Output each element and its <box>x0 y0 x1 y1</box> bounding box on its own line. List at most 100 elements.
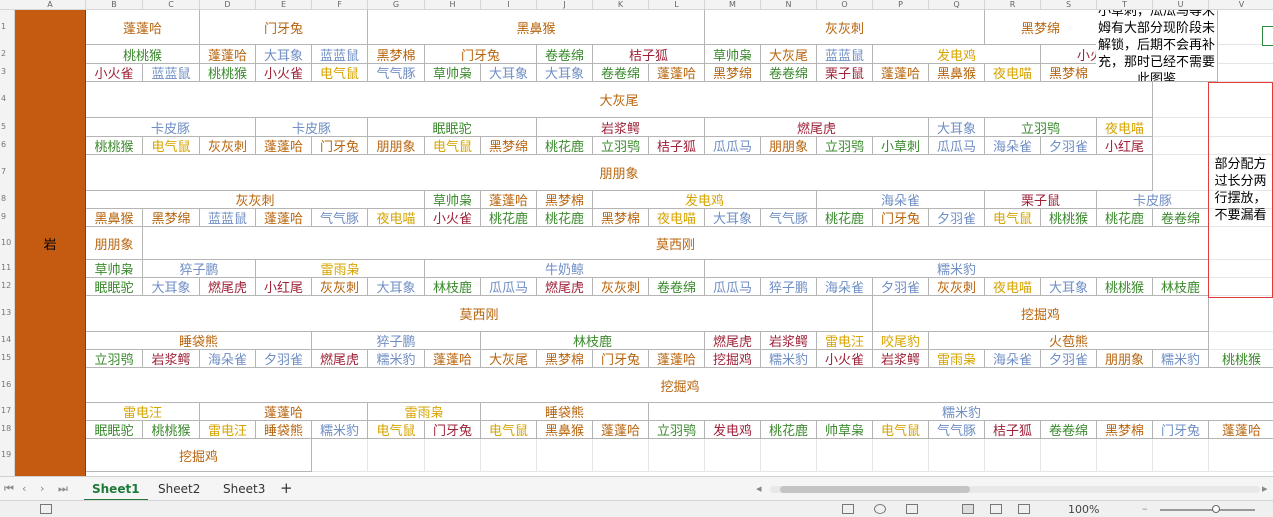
row-header-1[interactable]: 1 <box>0 22 15 31</box>
grid-cell[interactable]: 莫西刚 <box>143 227 1209 260</box>
grid-cell[interactable]: 黑梦棉 <box>368 45 425 64</box>
empty-cell[interactable] <box>1153 118 1209 137</box>
row-header-12[interactable]: 12 <box>0 281 15 290</box>
grid-cell[interactable]: 大灰尾 <box>761 45 817 64</box>
empty-cell[interactable] <box>1209 332 1273 350</box>
grid-cell[interactable]: 发电鸡 <box>705 421 761 439</box>
grid-cell[interactable]: 大耳象 <box>256 45 312 64</box>
column-header-j[interactable]: J <box>537 0 593 10</box>
grid-cell[interactable]: 大耳象 <box>929 118 985 137</box>
grid-cell[interactable]: 大耳象 <box>705 209 761 227</box>
column-header-a[interactable]: A <box>15 0 86 10</box>
grid-cell[interactable]: 蓬蓬哈 <box>200 403 368 421</box>
row-header-17[interactable]: 17 <box>0 406 15 415</box>
grid-cell[interactable]: 林枝鹿 <box>1153 278 1209 296</box>
scroll-left-icon[interactable]: ◂ <box>756 482 762 495</box>
grid-cell[interactable]: 雷雨枭 <box>368 403 481 421</box>
grid-cell[interactable]: 黑梦绵 <box>143 209 200 227</box>
grid-cell[interactable]: 小火雀 <box>86 64 143 82</box>
grid-cell[interactable]: 气气豚 <box>929 421 985 439</box>
normal-view-icon[interactable] <box>962 504 974 514</box>
grid-cell[interactable]: 卡皮豚 <box>86 118 256 137</box>
grid-cell[interactable]: 气气豚 <box>312 209 368 227</box>
grid-cell[interactable]: 朋朋象 <box>761 137 817 155</box>
empty-cell[interactable] <box>593 439 649 472</box>
grid-cell[interactable]: 夜电喵 <box>985 278 1041 296</box>
grid-cell[interactable]: 蓬蓬哈 <box>1209 421 1273 439</box>
grid-cell[interactable]: 林枝鹿 <box>481 332 705 350</box>
zoom-level[interactable]: 100% <box>1068 503 1099 516</box>
grid-cell[interactable]: 夕羽雀 <box>1041 137 1097 155</box>
grid-cell[interactable]: 咬尾豹 <box>873 332 929 350</box>
grid-cell[interactable]: 眠眠驼 <box>368 118 537 137</box>
grid-cell[interactable]: 大耳象 <box>143 278 200 296</box>
zoom-out-icon[interactable]: – <box>1142 502 1148 515</box>
grid-cell[interactable]: 大耳象 <box>481 64 537 82</box>
tab-sheet1[interactable]: Sheet1 <box>84 480 148 501</box>
grid-cell[interactable]: 门牙兔 <box>312 137 368 155</box>
page-break-icon[interactable] <box>1018 504 1030 514</box>
grid-cell[interactable]: 大耳象 <box>537 64 593 82</box>
grid-cell[interactable]: 雷雨枭 <box>256 260 425 278</box>
page-layout-icon[interactable] <box>990 504 1002 514</box>
column-header-l[interactable]: L <box>649 0 705 10</box>
grid-cell[interactable]: 雷电汪 <box>86 403 200 421</box>
grid-cell[interactable]: 立羽鸮 <box>593 137 649 155</box>
grid-cell[interactable]: 卷卷绵 <box>761 64 817 82</box>
grid-cell[interactable]: 夕羽雀 <box>1041 350 1097 368</box>
column-header-n[interactable]: N <box>761 0 817 10</box>
grid-cell[interactable]: 桔子狐 <box>593 45 705 64</box>
grid-cell[interactable]: 卡皮豚 <box>256 118 368 137</box>
column-header-m[interactable]: M <box>705 0 761 10</box>
zoom-slider[interactable] <box>1160 509 1255 511</box>
next-sheet-icon[interactable]: › <box>40 482 44 495</box>
status-doc-icon[interactable] <box>40 504 52 514</box>
column-header-k[interactable]: K <box>593 0 649 10</box>
grid-cell[interactable]: 挖掘鸡 <box>705 350 761 368</box>
grid-cell[interactable]: 挖掘鸡 <box>86 368 1273 403</box>
grid-cell[interactable]: 燃尾虎 <box>312 350 368 368</box>
empty-cell[interactable] <box>985 439 1041 472</box>
grid-cell[interactable]: 瓜瓜马 <box>705 278 761 296</box>
grid-cell[interactable]: 朋朋象 <box>1097 350 1153 368</box>
scrollbar-thumb[interactable] <box>780 486 970 493</box>
grid-cell[interactable]: 糯米豹 <box>761 350 817 368</box>
grid-cell[interactable]: 卡皮豚 <box>1097 191 1209 209</box>
column-header-e[interactable]: E <box>256 0 312 10</box>
grid-cell[interactable]: 桃花鹿 <box>817 209 873 227</box>
grid-cell[interactable]: 黑梦棉 <box>1097 421 1153 439</box>
scroll-right-icon[interactable]: ▸ <box>1262 482 1268 495</box>
row-header-4[interactable]: 4 <box>0 94 15 103</box>
empty-cell[interactable] <box>649 439 705 472</box>
grid-cell[interactable]: 雷电汪 <box>200 421 256 439</box>
grid-cell[interactable]: 发电鸡 <box>593 191 817 209</box>
row-header-14[interactable]: 14 <box>0 335 15 344</box>
grid-cell[interactable]: 电气鼠 <box>368 421 425 439</box>
grid-cell[interactable]: 燃尾虎 <box>705 332 761 350</box>
row-header-5[interactable]: 5 <box>0 122 15 131</box>
tab-sheet3[interactable]: Sheet3 <box>215 480 273 499</box>
grid-cell[interactable]: 睡袋熊 <box>256 421 312 439</box>
grid-cell[interactable]: 桃桃猴 <box>1097 278 1153 296</box>
grid-cell[interactable]: 卷卷绵 <box>593 64 649 82</box>
grid-cell[interactable]: 莫西刚 <box>86 296 873 332</box>
grid-cell[interactable]: 糯米豹 <box>705 260 1209 278</box>
row-header-16[interactable]: 16 <box>0 380 15 389</box>
empty-cell[interactable] <box>1209 45 1273 64</box>
grid-cell[interactable]: 黑鼻猴 <box>86 209 143 227</box>
grid-cell[interactable]: 夕羽雀 <box>873 278 929 296</box>
grid-cell[interactable]: 朋朋象 <box>368 137 425 155</box>
grid-cell[interactable]: 岩浆鳄 <box>761 332 817 350</box>
grid-cell[interactable]: 糯米豹 <box>649 403 1273 421</box>
row-header-15[interactable]: 15 <box>0 353 15 362</box>
grid-cell[interactable]: 蓬蓬哈 <box>200 45 256 64</box>
row-header-18[interactable]: 18 <box>0 424 15 433</box>
grid-cell[interactable]: 黑梦棉 <box>1041 64 1097 82</box>
grid-cell[interactable]: 桃花鹿 <box>537 209 593 227</box>
grid-cell[interactable]: 桃花鹿 <box>761 421 817 439</box>
grid-cell[interactable]: 灰灰刺 <box>200 137 256 155</box>
spreadsheet-grid[interactable]: 岩 蓬蓬哈 门牙兔 黑鼻猴 灰灰刺 黑梦绵 桃桃猴 蓬蓬哈 大耳象 蓝蓝鼠 黑梦棉 门牙兔 卷卷绵 桔子… <box>15 10 1273 476</box>
column-header-q[interactable]: Q <box>929 0 985 10</box>
grid-cell[interactable]: 桃桃猴 <box>200 64 256 82</box>
grid-cell[interactable]: 草帅枭 <box>705 45 761 64</box>
